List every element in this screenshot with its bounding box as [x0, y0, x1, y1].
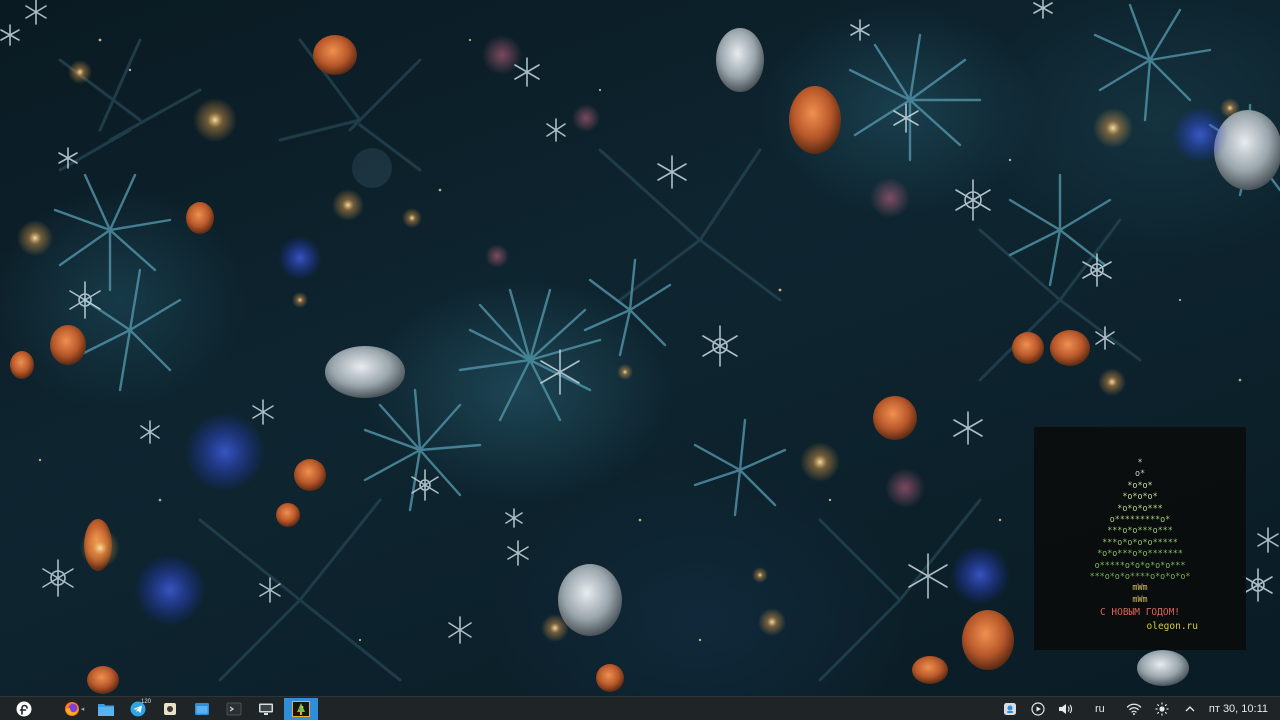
brightness-button[interactable]	[1149, 698, 1175, 720]
generic-app-icon	[164, 702, 176, 715]
keyboard-layout-button[interactable]: ru	[1087, 698, 1113, 720]
monitor-task[interactable]	[252, 698, 280, 720]
tray-app-button[interactable]	[997, 698, 1023, 720]
task-manager: ◂ 120	[0, 697, 318, 720]
keyboard-layout-label: ru	[1095, 702, 1105, 715]
audio-playing-icon: ◂	[80, 705, 85, 713]
brightness-icon	[1155, 702, 1169, 715]
fedora-icon	[16, 701, 32, 716]
tree-line: o*****o*o*o*o*o***	[1094, 559, 1186, 570]
show-hidden-icons-button[interactable]	[1177, 698, 1203, 720]
tree-line: o*********o*	[1109, 514, 1171, 524]
speaker-icon	[1058, 703, 1072, 714]
window-task[interactable]	[188, 698, 216, 720]
tree-line: mWm	[1132, 593, 1148, 604]
site-text: olegon.ru	[1146, 620, 1198, 632]
volume-button[interactable]	[1053, 698, 1079, 720]
terminal-icon	[226, 702, 242, 715]
tree-line: *o*o*o***	[1117, 502, 1163, 513]
tree-line: *o*o*	[1127, 479, 1153, 490]
tree-line: *o*o*o*	[1122, 491, 1158, 502]
wifi-icon	[1126, 703, 1142, 715]
tree-line: *o*o***o*o*******	[1097, 548, 1183, 559]
tree-line: ***o*o***o***	[1107, 525, 1173, 536]
firefox-task[interactable]: ◂	[60, 698, 88, 720]
chevron-up-icon	[1185, 705, 1195, 711]
monitor-icon	[259, 703, 273, 715]
files-task[interactable]	[92, 698, 120, 720]
terminal-task[interactable]	[220, 698, 248, 720]
network-button[interactable]	[1121, 698, 1147, 720]
tree-line: *	[1137, 457, 1143, 467]
app-task[interactable]	[156, 698, 184, 720]
tray-app-icon	[1003, 702, 1016, 715]
telegram-unread-badge: 120	[140, 698, 151, 705]
application-launcher-button[interactable]	[10, 698, 38, 720]
media-player-button[interactable]	[1025, 698, 1051, 720]
window-icon	[195, 702, 209, 715]
tree-widget-task[interactable]	[284, 697, 318, 720]
greeting-text: С НОВЫМ ГОДОМ!	[1099, 607, 1181, 619]
new-year-tree-widget: * o* *o*o* *o*o*o* *o*o*o*** o*********o* ***o…	[1034, 427, 1246, 650]
telegram-task[interactable]: 120	[124, 698, 152, 720]
play-circle-icon	[1031, 701, 1045, 716]
tree-line: o*	[1134, 468, 1146, 479]
system-tray: ru пт 30, 10:11	[997, 698, 1280, 720]
tree-line: ***o*o*o*o*****	[1102, 536, 1178, 547]
tree-line: ***o*o*o****o*o*o*o*	[1089, 571, 1191, 581]
tree-widget-icon	[292, 700, 310, 717]
folder-icon	[98, 703, 114, 716]
taskbar: ◂ 120 ru пт 30, 10:11	[0, 696, 1280, 720]
firefox-icon	[64, 701, 79, 716]
tree-line: mWm	[1132, 582, 1148, 593]
digital-clock[interactable]: пт 30, 10:11	[1205, 698, 1272, 720]
